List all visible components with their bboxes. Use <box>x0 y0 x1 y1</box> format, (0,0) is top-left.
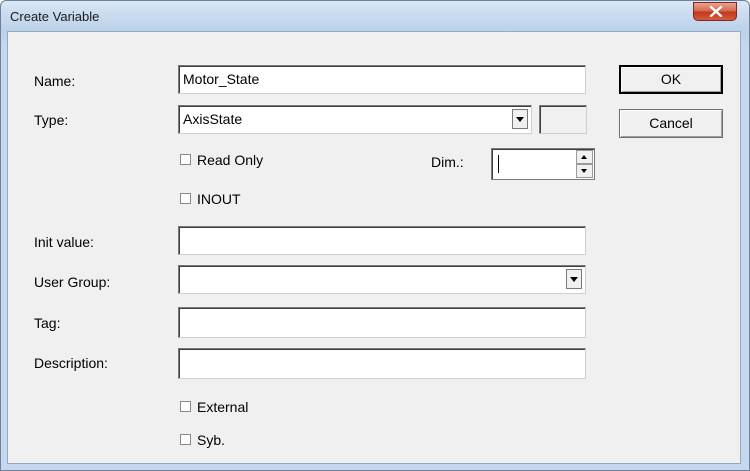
type-select[interactable]: AxisState <box>178 105 532 134</box>
tag-input[interactable] <box>178 307 586 338</box>
spin-down-icon[interactable] <box>576 164 593 178</box>
description-label: Description: <box>34 355 108 371</box>
create-variable-dialog: Create Variable Name: Motor_State OK Can… <box>0 0 750 471</box>
user-group-dropdown-arrow-icon[interactable] <box>566 269 582 289</box>
text-caret <box>498 155 499 173</box>
ok-button[interactable]: OK <box>619 65 723 94</box>
inout-checkbox-box[interactable] <box>180 193 191 204</box>
dim-label: Dim.: <box>431 154 464 170</box>
description-input[interactable] <box>178 348 586 379</box>
read-only-checkbox-box[interactable] <box>180 154 191 165</box>
init-value-input[interactable] <box>178 226 586 255</box>
name-input[interactable]: Motor_State <box>178 65 586 94</box>
init-value-label: Init value: <box>34 234 94 250</box>
name-input-value: Motor_State <box>183 71 260 87</box>
type-select-value: AxisState <box>183 111 243 127</box>
spin-up-icon[interactable] <box>576 150 593 164</box>
dialog-title: Create Variable <box>10 9 100 24</box>
dim-spinner <box>576 150 593 178</box>
inout-label: INOUT <box>197 191 241 207</box>
name-label: Name: <box>34 73 76 89</box>
dim-spin-input[interactable] <box>491 148 595 180</box>
external-checkbox-box[interactable] <box>180 401 191 412</box>
user-group-select[interactable] <box>178 265 586 294</box>
dialog-body: Name: Motor_State OK Cancel Type: AxisSt… <box>7 31 741 464</box>
close-icon <box>709 6 723 17</box>
syb-label: Syb. <box>197 432 226 448</box>
title-bar[interactable]: Create Variable <box>1 1 749 31</box>
external-label: External <box>197 399 249 415</box>
type-dropdown-arrow-icon[interactable] <box>512 109 528 129</box>
cancel-button[interactable]: Cancel <box>619 109 723 138</box>
tag-label: Tag: <box>34 315 61 331</box>
syb-checkbox-box[interactable] <box>180 434 191 445</box>
close-button[interactable] <box>693 2 737 21</box>
read-only-label: Read Only <box>197 152 264 168</box>
user-group-label: User Group: <box>34 274 111 290</box>
type-extra-box <box>539 105 587 134</box>
type-label: Type: <box>34 112 69 128</box>
